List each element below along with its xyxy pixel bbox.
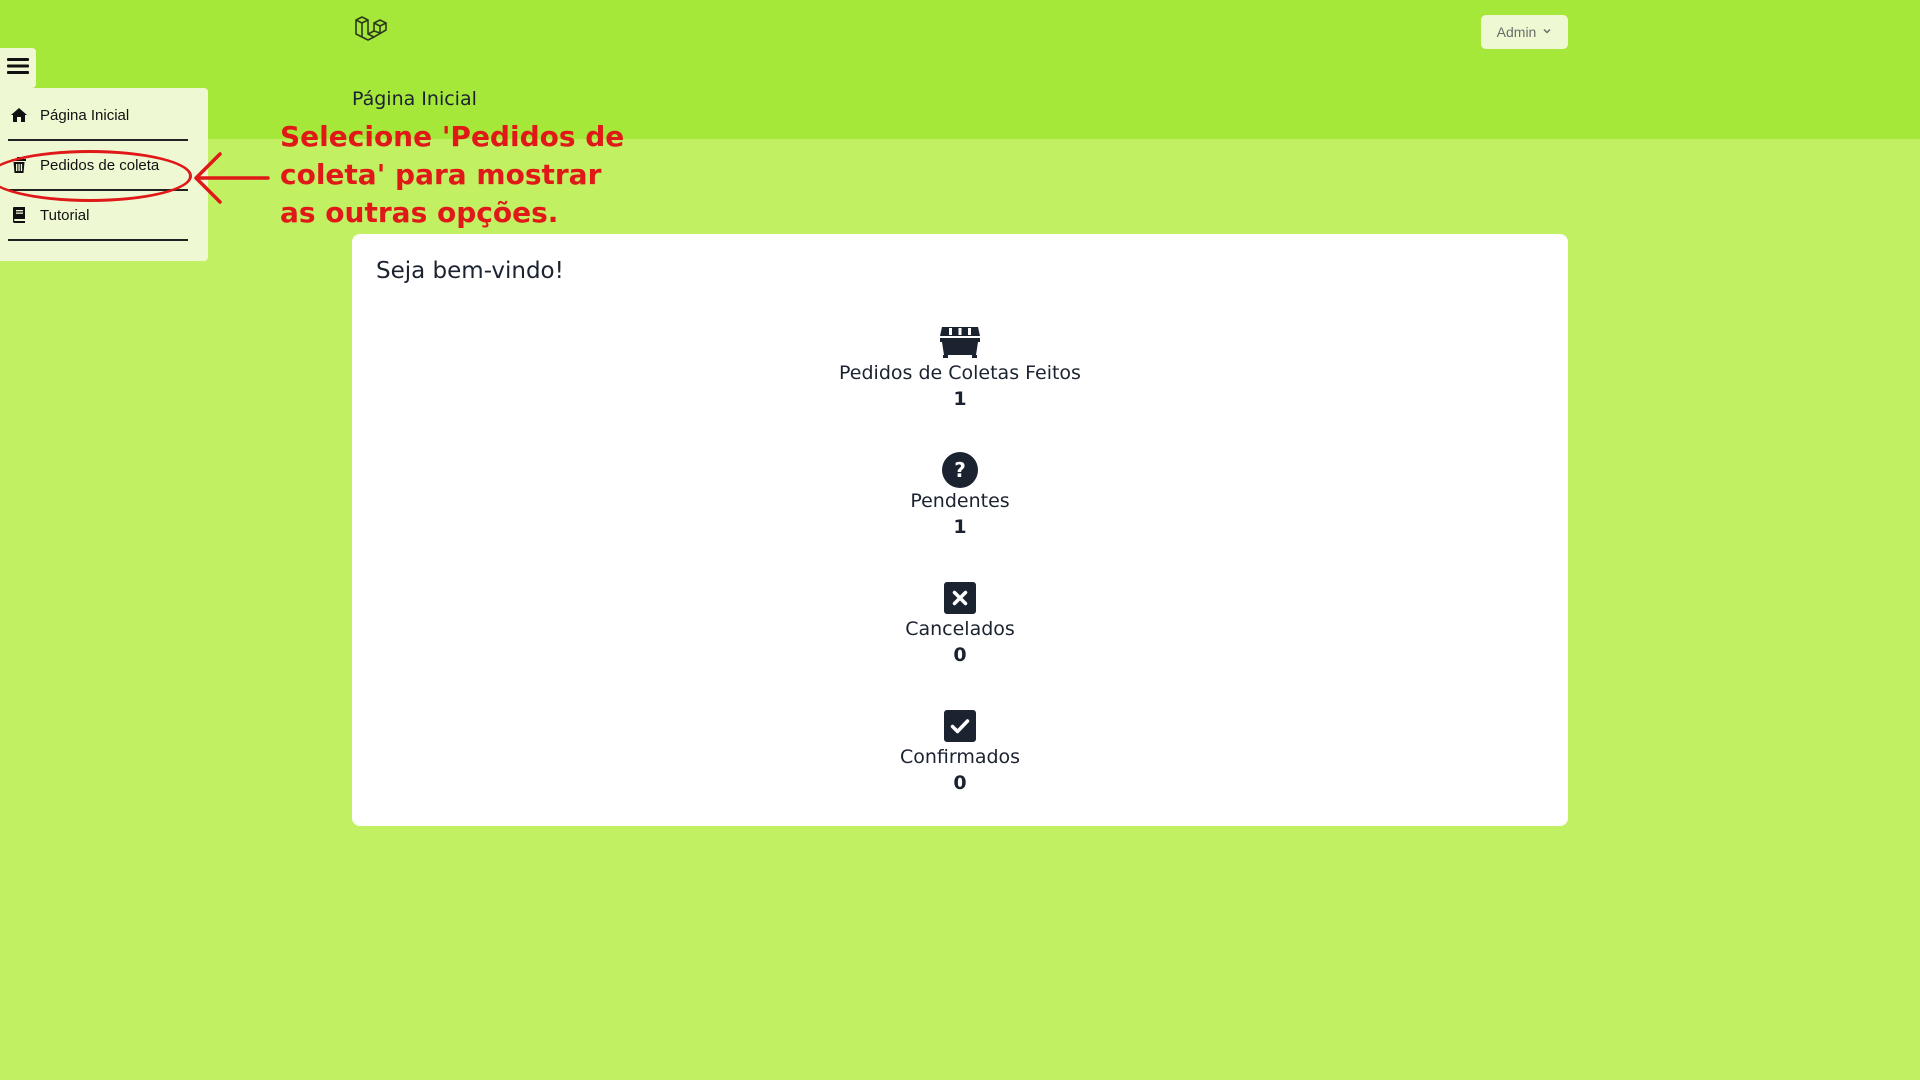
stat-confirmados: Confirmados 0: [352, 708, 1568, 794]
welcome-card: Seja bem-vindo! Pedidos de Coletas Feito…: [352, 234, 1568, 826]
stat-label: Pendentes: [910, 490, 1010, 512]
hamburger-icon: [7, 57, 29, 79]
user-menu-button[interactable]: Admin: [1481, 15, 1568, 49]
user-menu-label: Admin: [1496, 24, 1537, 40]
stat-label: Confirmados: [899, 746, 1021, 768]
stat-pedidos-feitos: Pedidos de Coletas Feitos 1: [352, 324, 1568, 410]
dumpster-icon: [939, 324, 981, 360]
stat-label: Cancelados: [905, 618, 1015, 640]
x-square-icon: [944, 580, 976, 616]
annotation-arrow-icon: [192, 150, 272, 210]
stat-value: 1: [953, 516, 967, 538]
menu-toggle-button[interactable]: [0, 48, 36, 88]
card-title: Seja bem-vindo!: [376, 258, 564, 284]
laravel-logo-icon[interactable]: [352, 14, 388, 50]
top-navbar: Admin: [0, 0, 1920, 67]
stat-value: 0: [953, 772, 967, 794]
sidebar-item-pagina-inicial[interactable]: Página Inicial: [8, 91, 188, 141]
stat-label: Pedidos de Coletas Feitos: [839, 362, 1081, 384]
annotation-text: Selecione 'Pedidos de coleta' para mostr…: [280, 120, 625, 229]
question-circle-icon: ?: [942, 452, 978, 488]
page-title: Página Inicial: [352, 88, 477, 110]
check-square-icon: [944, 708, 976, 744]
book-icon: [8, 207, 30, 223]
stat-value: 0: [953, 644, 967, 666]
sidebar-item-label: Página Inicial: [40, 106, 130, 124]
stat-pendentes: ? Pendentes 1: [352, 452, 1568, 538]
chevron-down-icon: [1542, 26, 1552, 39]
stat-value: 1: [953, 388, 967, 410]
stat-cancelados: Cancelados 0: [352, 580, 1568, 666]
sidebar-item-label: Tutorial: [40, 206, 90, 224]
svg-text:?: ?: [954, 458, 966, 482]
home-icon: [8, 107, 30, 123]
